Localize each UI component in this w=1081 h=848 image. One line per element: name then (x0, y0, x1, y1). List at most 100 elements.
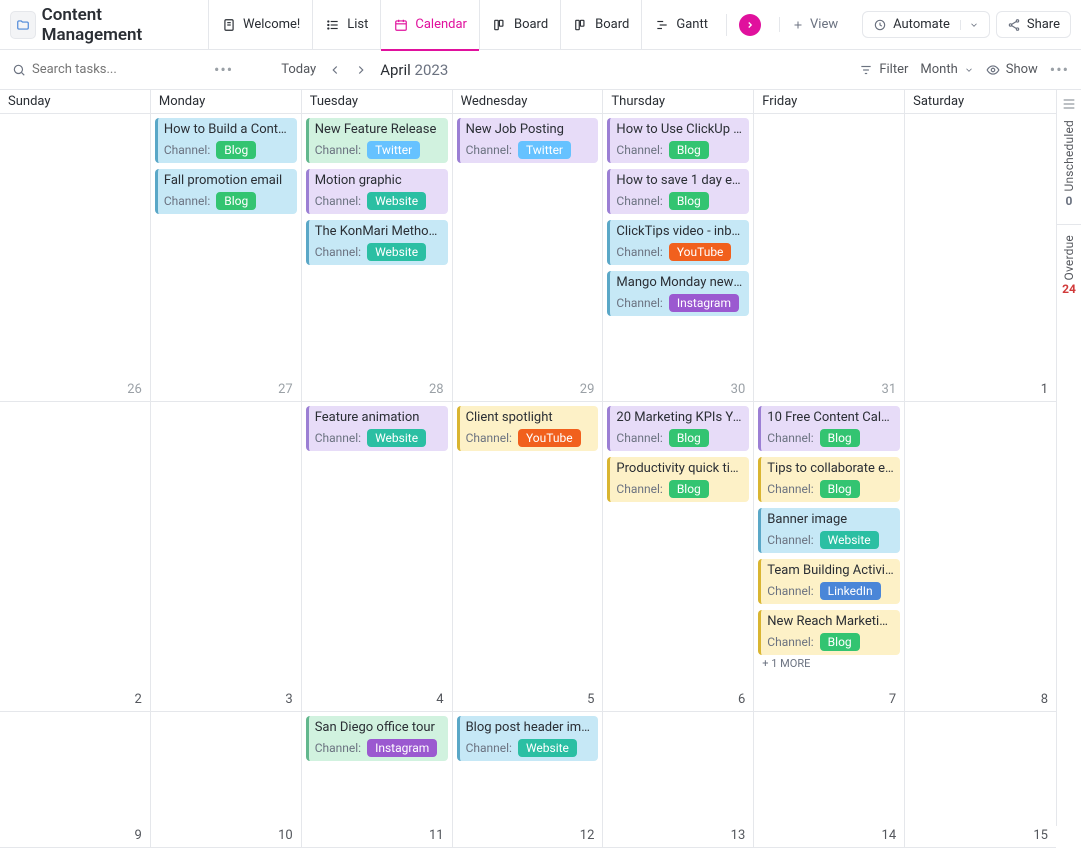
calendar-event[interactable]: Feature animationChannel:Website (306, 406, 448, 451)
unscheduled-label[interactable]: Unscheduled (1062, 120, 1076, 192)
calendar-event[interactable]: Motion graphicChannel:Website (306, 169, 448, 214)
calendar-cell[interactable]: How to Use ClickUp toChannel:BlogHow to … (603, 114, 754, 401)
calendar-cell[interactable]: New Feature ReleaseChannel:TwitterMotion… (302, 114, 453, 401)
calendar-cell[interactable]: 13 (603, 712, 754, 847)
tab-list[interactable]: List (312, 0, 380, 50)
tab-welcome-[interactable]: Welcome! (208, 0, 312, 50)
date-number: 11 (429, 828, 444, 843)
channel-label: Channel: (616, 143, 662, 157)
day-header: Wednesday (453, 90, 604, 113)
automate-button[interactable]: Automate (862, 11, 990, 38)
date-number: 8 (1041, 692, 1048, 707)
share-button[interactable]: Share (996, 11, 1071, 38)
calendar-event[interactable]: New Feature ReleaseChannel:Twitter (306, 118, 448, 163)
record-button[interactable] (726, 14, 773, 36)
calendar-cell[interactable]: Client spotlightChannel:YouTube5 (453, 402, 604, 711)
calendar-event[interactable]: ClickTips video - inboxChannel:YouTube (607, 220, 749, 265)
calendar-cell[interactable]: Blog post header imagChannel:Website 12 (453, 712, 604, 847)
calendar-cell[interactable]: 14 (754, 712, 905, 847)
overdue-label[interactable]: Overdue (1062, 235, 1076, 280)
show-button[interactable]: Show (986, 62, 1038, 77)
calendar-event[interactable]: The KonMari Method foChannel:Website (306, 220, 448, 265)
today-button[interactable]: Today (281, 62, 316, 77)
date-number: 7 (889, 692, 896, 707)
more-options[interactable]: ••• (214, 60, 233, 79)
tab-label: Welcome! (243, 17, 300, 32)
overdue-count: 24 (1062, 282, 1076, 296)
channel-badge: Website (367, 243, 426, 261)
tab-board[interactable]: Board (479, 0, 560, 50)
calendar-event[interactable]: New Job PostingChannel:Twitter (457, 118, 599, 163)
calendar-cell[interactable]: 1 (905, 114, 1056, 401)
calendar-cell[interactable]: 10 (151, 712, 302, 847)
calendar-event[interactable]: Productivity quick tipsChannel:Blog (607, 457, 749, 502)
calendar-cell[interactable]: San Diego office tourChannel:Instagram 11 (302, 712, 453, 847)
tab-gantt[interactable]: Gantt (641, 0, 720, 50)
calendar-event[interactable]: Blog post header imagChannel:Website (457, 716, 599, 761)
share-label: Share (1027, 17, 1060, 32)
calendar-event[interactable]: Banner imageChannel:Website (758, 508, 900, 553)
automate-label: Automate (893, 17, 950, 32)
search-input[interactable] (32, 62, 182, 77)
calendar-event[interactable]: Client spotlightChannel:YouTube (457, 406, 599, 451)
tab-board[interactable]: Board (560, 0, 641, 50)
next-button[interactable] (354, 63, 368, 77)
view-more-options[interactable]: ••• (1050, 60, 1069, 79)
current-period[interactable]: April 2023 (380, 61, 448, 79)
calendar-cell[interactable]: New Job PostingChannel:Twitter29 (453, 114, 604, 401)
calendar-cell[interactable]: 2 (0, 402, 151, 711)
event-title: The KonMari Method fo (315, 224, 442, 239)
channel-badge: Instagram (669, 294, 739, 312)
tab-label: Board (595, 17, 629, 32)
more-events[interactable]: + 1 MORE (758, 655, 900, 672)
day-header: Saturday (905, 90, 1056, 113)
calendar-event[interactable]: New Reach Marketing:Channel:Blog (758, 610, 900, 655)
calendar-cell[interactable]: 15 (905, 712, 1056, 847)
event-title: New Job Posting (466, 122, 593, 137)
channel-badge: YouTube (669, 243, 732, 261)
calendar-cell[interactable]: 3 (151, 402, 302, 711)
calendar-event[interactable]: 10 Free Content CalendChannel:Blog (758, 406, 900, 451)
chevron-down-icon (964, 65, 974, 75)
calendar-cell[interactable]: 9 (0, 712, 151, 847)
channel-label: Channel: (466, 143, 512, 157)
right-rail: Unscheduled 0 Overdue 24 (1057, 90, 1081, 826)
filter-button[interactable]: Filter (859, 62, 908, 77)
calendar-cell[interactable]: 8 (905, 402, 1056, 711)
channel-badge: Blog (216, 192, 256, 210)
granularity-dropdown[interactable]: Month (920, 62, 973, 77)
calendar-cell[interactable]: 10 Free Content CalendChannel:Blog Tips t… (754, 402, 905, 711)
event-title: New Feature Release (315, 122, 442, 137)
date-number: 28 (429, 382, 444, 397)
channel-label: Channel: (767, 635, 813, 649)
channel-label: Channel: (315, 143, 361, 157)
channel-label: Channel: (767, 533, 813, 547)
chevron-right-icon (354, 63, 368, 77)
date-number: 1 (1041, 382, 1048, 397)
calendar-event[interactable]: Tips to collaborate effeChannel:Blog (758, 457, 900, 502)
rail-collapse-icon[interactable] (1061, 96, 1077, 112)
calendar-cell[interactable]: 20 Marketing KPIs YouChannel:Blog Product… (603, 402, 754, 711)
calendar-event[interactable]: Fall promotion emailChannel:Blog (155, 169, 297, 214)
calendar-event[interactable]: How to Build a ContentChannel:Blog (155, 118, 297, 163)
tab-calendar[interactable]: Calendar (380, 0, 479, 50)
channel-badge: Website (367, 429, 426, 447)
calendar-event[interactable]: 20 Marketing KPIs YouChannel:Blog (607, 406, 749, 451)
date-number: 31 (882, 382, 897, 397)
calendar-event[interactable]: How to Use ClickUp toChannel:Blog (607, 118, 749, 163)
prev-button[interactable] (328, 63, 342, 77)
add-view-button[interactable]: View (779, 17, 850, 32)
folder-button[interactable] (10, 11, 36, 39)
channel-badge: Blog (669, 141, 709, 159)
calendar-event[interactable]: Mango Monday new enChannel:Instagram (607, 271, 749, 316)
calendar-cell[interactable]: 31 (754, 114, 905, 401)
calendar-cell[interactable]: How to Build a ContentChannel:Blog Fall p… (151, 114, 302, 401)
calendar-cell[interactable]: 26 (0, 114, 151, 401)
calendar-event[interactable]: How to save 1 day eveChannel:Blog (607, 169, 749, 214)
date-number: 12 (580, 828, 595, 843)
event-title: Productivity quick tips (616, 461, 743, 476)
calendar-event[interactable]: San Diego office tourChannel:Instagram (306, 716, 448, 761)
calendar-cell[interactable]: Feature animationChannel:Website4 (302, 402, 453, 711)
event-title: Motion graphic (315, 173, 442, 188)
calendar-event[interactable]: Team Building ActivitieChannel:LinkedIn (758, 559, 900, 604)
